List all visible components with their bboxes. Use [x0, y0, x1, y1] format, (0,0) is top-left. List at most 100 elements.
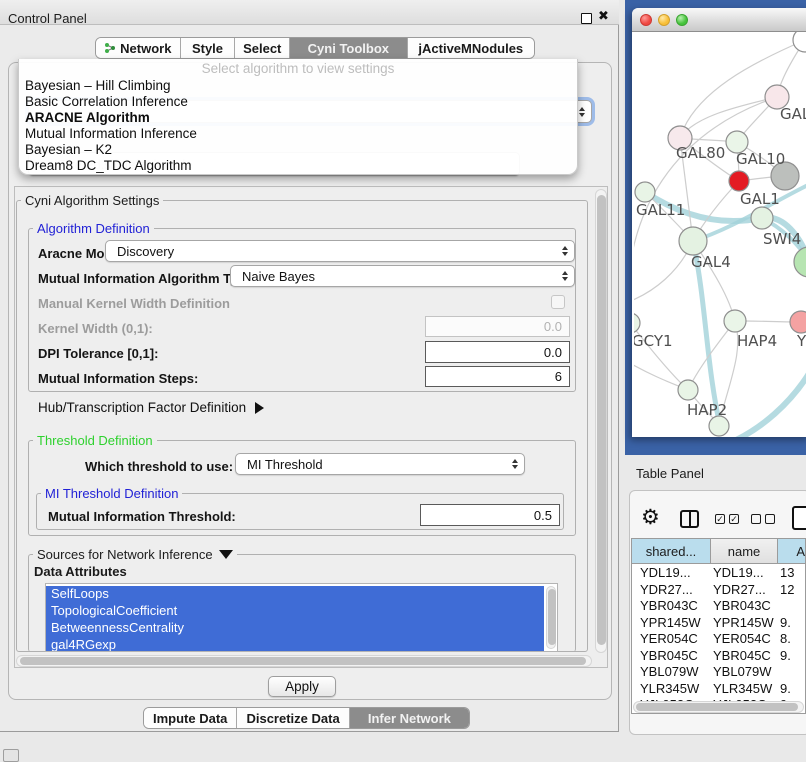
attribute-item[interactable]: BetweennessCentrality	[46, 620, 544, 637]
columns-icon[interactable]	[680, 510, 699, 528]
attribute-item[interactable]: gal4RGexp	[46, 637, 544, 652]
collapsed-arrow-icon[interactable]	[255, 402, 264, 414]
table-cell: YDR27...	[713, 582, 778, 599]
attribute-item[interactable]: TopologicalCoefficient	[46, 603, 544, 620]
close-traffic-light-icon[interactable]	[640, 14, 652, 26]
mi-threshold-field[interactable]: 0.5	[420, 504, 560, 526]
manual-kernel-width-checkbox[interactable]	[551, 295, 565, 309]
table-row[interactable]: YPR145WYPR145W9.	[632, 615, 805, 632]
node-table[interactable]: shared... name A YDL19...YDL19...13YDR27…	[631, 538, 806, 714]
network-node-gal11[interactable]	[635, 182, 655, 202]
select-all-columns-icon[interactable]: ✓✓	[715, 514, 739, 524]
which-threshold-label: Which threshold to use:	[85, 459, 233, 474]
table-cell: YLR345W	[640, 681, 710, 698]
tab-select[interactable]: Select	[235, 38, 290, 58]
table-row[interactable]: YBL079WYBL079W	[632, 664, 805, 681]
table-horizontal-scrollbar[interactable]	[633, 701, 804, 713]
tab-impute-data[interactable]: Impute Data	[144, 708, 237, 728]
network-node-label: GAL8	[780, 105, 806, 123]
algorithm-dropdown-popup: Select algorithm to view settings Bayesi…	[18, 59, 578, 175]
network-node-gcy1[interactable]	[634, 313, 640, 333]
mi-threshold-label: Mutual Information Threshold:	[48, 509, 236, 524]
network-node-gal1[interactable]	[729, 171, 749, 191]
expanded-arrow-icon[interactable]	[219, 550, 233, 559]
column-header-name[interactable]: name	[711, 539, 778, 564]
algorithm-option[interactable]: Mutual Information Inference	[25, 126, 565, 142]
manual-kernel-width-label: Manual Kernel Width Definition	[38, 296, 230, 311]
gear-icon[interactable]: ⚙	[641, 507, 660, 528]
column-header-shared-name[interactable]: shared...	[632, 539, 711, 564]
algorithm-placeholder: Select algorithm to view settings	[19, 61, 577, 76]
mi-algorithm-type-combobox[interactable]: Naive Bayes	[230, 265, 575, 287]
aracne-mode-combobox[interactable]: Discovery	[105, 240, 575, 262]
network-node-hap2[interactable]	[678, 380, 698, 400]
minimize-traffic-light-icon[interactable]	[658, 14, 670, 26]
network-node-label: GAL10	[736, 150, 785, 168]
table-row[interactable]: YDR27...YDR27...12	[632, 582, 805, 599]
float-window-icon[interactable]	[581, 13, 592, 24]
table-cell: YDL19...	[713, 565, 778, 582]
control-panel-title: Control Panel	[8, 11, 87, 26]
document-icon[interactable]	[792, 506, 806, 530]
table-row[interactable]: YLR345WYLR345W9.	[632, 681, 805, 698]
algorithm-option[interactable]: Bayesian – K2	[25, 142, 565, 158]
network-node[interactable]	[709, 416, 729, 436]
table-cell: YPR145W	[713, 615, 778, 632]
network-node[interactable]	[794, 247, 806, 277]
tab-infer-network[interactable]: Infer Network	[350, 708, 469, 728]
control-panel-titlebar[interactable]	[0, 0, 619, 25]
network-node-hap4[interactable]	[724, 310, 746, 332]
hub-transcription-factor-section[interactable]: Hub/Transcription Factor Definition	[38, 400, 264, 415]
table-cell: YLR345W	[713, 681, 778, 698]
bottom-tab-bar: Impute Data Discretize Data Infer Networ…	[143, 707, 470, 729]
tab-cyni-toolbox[interactable]: Cyni Toolbox	[290, 38, 407, 58]
settings-horizontal-scrollbar[interactable]	[16, 655, 592, 667]
network-view-window[interactable]: GAL8GAL80GAL10GAL1GAL11SWI4GAL4GCY1HAP4Y…	[632, 8, 806, 437]
tab-style[interactable]: Style	[181, 38, 236, 58]
algorithm-option[interactable]: Dream8 DC_TDC Algorithm	[25, 158, 565, 174]
tab-discretize-data[interactable]: Discretize Data	[237, 708, 349, 728]
algorithm-option[interactable]: Bayesian – Hill Climbing	[25, 78, 565, 94]
network-node-gal4[interactable]	[679, 227, 707, 255]
kernel-width-field[interactable]: 0.0	[425, 316, 570, 337]
mi-steps-field[interactable]: 6	[425, 366, 570, 387]
network-edge-strong[interactable]	[732, 372, 806, 437]
dpi-tolerance-field[interactable]: 0.0	[425, 341, 570, 363]
algorithm-option[interactable]: Basic Correlation Inference	[25, 94, 565, 110]
kernel-width-label: Kernel Width (0,1):	[38, 321, 153, 336]
tab-network[interactable]: Network	[96, 38, 181, 58]
table-cell	[780, 664, 806, 681]
sources-title[interactable]: Sources for Network Inference	[33, 547, 237, 562]
network-window-titlebar[interactable]	[632, 8, 806, 32]
table-row[interactable]: YBR045CYBR045C9.	[632, 648, 805, 665]
data-attributes-list[interactable]: gal4RGexpBetweennessCentralityTopologica…	[45, 583, 558, 652]
deselect-all-columns-icon[interactable]	[751, 514, 775, 524]
network-edge[interactable]	[680, 97, 777, 138]
network-node-swi4[interactable]	[751, 207, 773, 229]
collapsed-panel-button[interactable]	[3, 749, 19, 762]
zoom-traffic-light-icon[interactable]	[676, 14, 688, 26]
table-cell: YBR043C	[713, 598, 778, 615]
table-cell: YBR045C	[713, 648, 778, 665]
network-graph[interactable]: GAL8GAL80GAL10GAL1GAL11SWI4GAL4GCY1HAP4Y…	[634, 32, 806, 437]
network-node[interactable]	[793, 32, 806, 52]
apply-button[interactable]: Apply	[268, 676, 336, 697]
mi-steps-label: Mutual Information Steps:	[38, 371, 198, 386]
table-cell: YBR045C	[640, 648, 710, 665]
attribute-item[interactable]: SelfLoops	[46, 586, 544, 603]
table-row[interactable]: YER054CYER054C8.	[632, 631, 805, 648]
tab-jactivemnodules[interactable]: jActiveMNodules	[408, 38, 534, 58]
attribute-list-scrollbar[interactable]	[546, 586, 556, 649]
dpi-tolerance-label: DPI Tolerance [0,1]:	[38, 346, 158, 361]
which-threshold-combobox[interactable]: MI Threshold	[235, 453, 525, 475]
table-row[interactable]: YBR043CYBR043C	[632, 598, 805, 615]
settings-vertical-scrollbar[interactable]	[595, 189, 607, 653]
algorithm-option-selected[interactable]: ARACNE Algorithm	[25, 110, 565, 126]
table-cell: 9.	[780, 615, 806, 632]
combobox-stepper-icon	[512, 459, 518, 469]
column-header-partial[interactable]: A	[778, 539, 806, 564]
close-icon[interactable]: ✖	[598, 8, 609, 24]
table-row[interactable]: YDL19...YDL19...13	[632, 565, 805, 582]
table-cell: YBL079W	[713, 664, 778, 681]
network-node-y[interactable]	[790, 311, 806, 333]
